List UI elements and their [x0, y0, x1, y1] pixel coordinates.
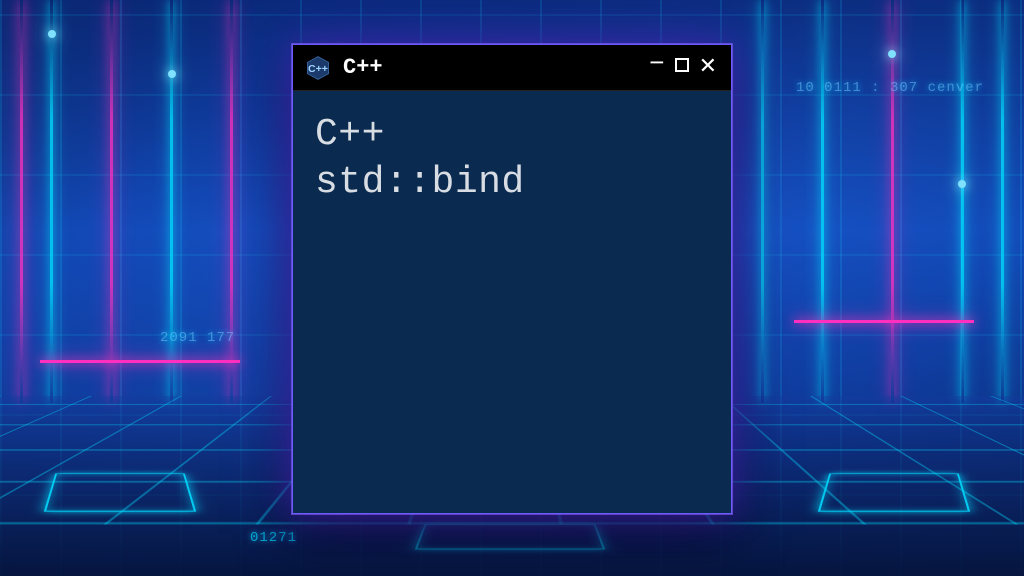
- deco-text: 2091 177: [160, 330, 235, 346]
- terminal-body: C++ std::bind: [293, 91, 731, 513]
- neon-line: [821, 0, 824, 403]
- neon-line: [761, 0, 764, 403]
- maximize-button[interactable]: [673, 58, 691, 78]
- floor-square: [44, 473, 196, 511]
- neon-line-pink: [891, 0, 894, 403]
- deco-text: 10 0111 : 307 cenver: [796, 80, 984, 96]
- window-controls: − ✕: [647, 55, 719, 81]
- cpp-icon: C++: [305, 55, 331, 81]
- minimize-button[interactable]: −: [647, 51, 667, 77]
- code-line-1: C++: [315, 111, 709, 159]
- floor-square: [818, 473, 970, 511]
- glow-dot: [888, 50, 896, 58]
- neon-hbar: [40, 360, 240, 363]
- deco-text: 01271: [250, 530, 297, 546]
- glow-dot: [168, 70, 176, 78]
- neon-line: [1001, 0, 1004, 403]
- neon-line: [50, 0, 53, 403]
- glow-dot: [48, 30, 56, 38]
- neon-line-pink: [20, 0, 23, 403]
- close-button[interactable]: ✕: [697, 57, 719, 79]
- titlebar[interactable]: C++ C++ − ✕: [293, 45, 731, 91]
- neon-line-pink: [110, 0, 113, 403]
- glow-dot: [958, 180, 966, 188]
- neon-hbar: [794, 320, 974, 323]
- code-line-2: std::bind: [315, 159, 709, 207]
- svg-text:C++: C++: [308, 63, 328, 75]
- window-title: C++: [343, 55, 635, 80]
- neon-line: [961, 0, 964, 403]
- terminal-window: C++ C++ − ✕ C++ std::bind: [292, 44, 732, 514]
- floor-square: [415, 524, 605, 549]
